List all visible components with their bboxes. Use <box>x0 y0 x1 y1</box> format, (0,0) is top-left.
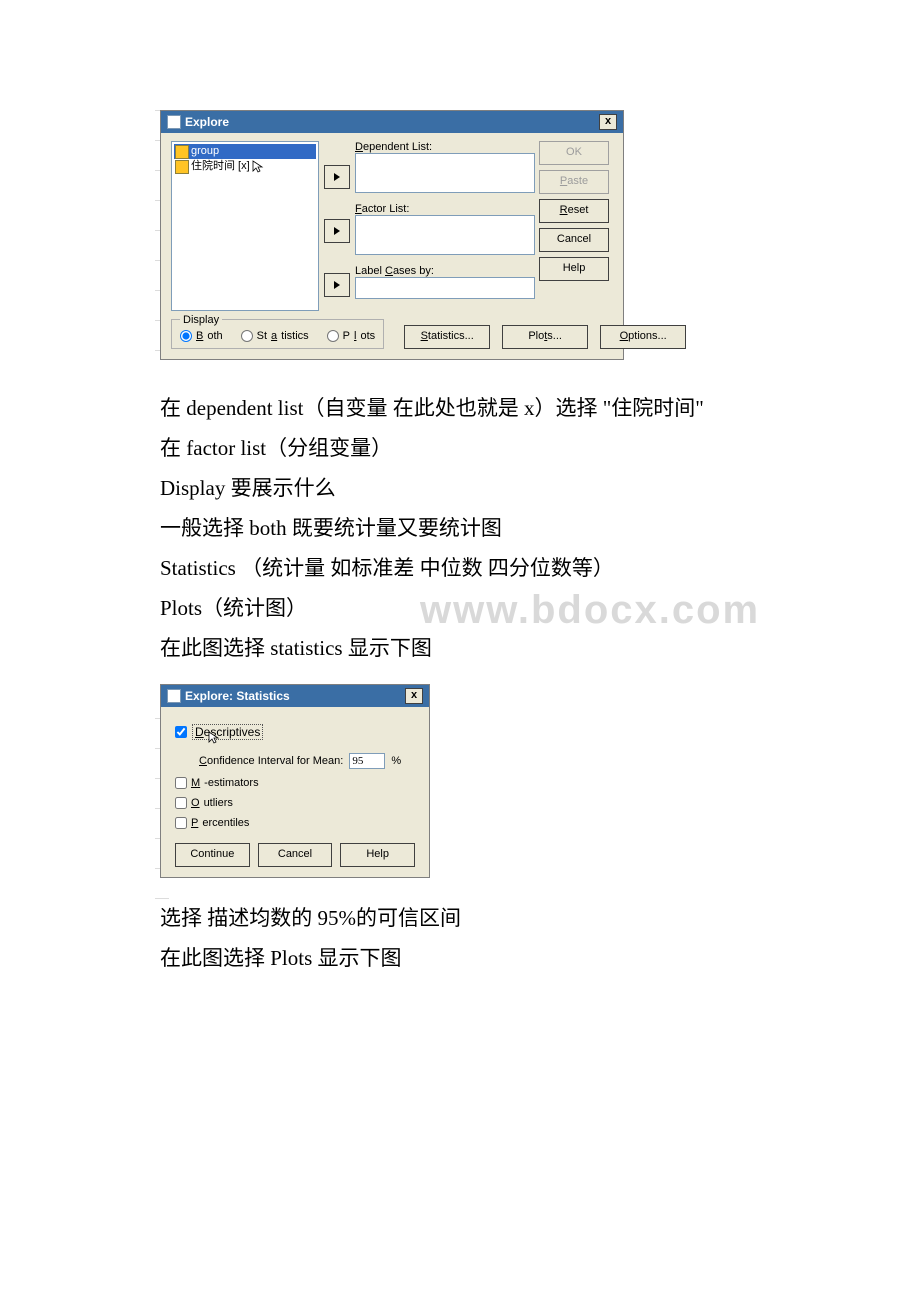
body-p2: 在 factor list（分组变量） <box>160 428 920 468</box>
move-to-labelcases-button[interactable] <box>324 273 350 297</box>
ok-button[interactable]: OK <box>539 141 609 165</box>
m-estimators-check[interactable]: M-estimators <box>175 777 415 789</box>
body-p4: 一般选择 both 既要统计量又要统计图 <box>160 508 920 548</box>
factor-list-label: Factor List: <box>355 203 535 215</box>
explore-titlebar: Explore x <box>161 111 623 133</box>
display-legend: Display <box>180 314 222 326</box>
ci-percent-label: % <box>391 755 401 767</box>
confidence-interval-input[interactable] <box>349 753 385 769</box>
explore-app-icon <box>167 689 181 703</box>
close-icon[interactable]: x <box>405 688 423 704</box>
explore-app-icon <box>167 115 181 129</box>
body-p3: Display 要展示什么 <box>160 468 920 508</box>
body-p9: 在此图选择 Plots 显示下图 <box>160 938 920 978</box>
explore-statistics-title: Explore: Statistics <box>185 689 290 703</box>
variable-icon <box>175 145 189 159</box>
descriptives-label: Descriptives <box>192 724 263 740</box>
descriptives-check[interactable]: Descriptives <box>175 719 415 745</box>
body-p1: 在 dependent list（自变量 在此处也就是 x）选择 "住院时间" <box>160 388 920 428</box>
mouse-cursor-icon <box>208 731 220 745</box>
explore-title: Explore <box>185 115 229 129</box>
source-item-label: group <box>191 144 219 159</box>
paste-button[interactable]: Paste <box>539 170 609 194</box>
plots-button[interactable]: Plots... <box>502 325 588 349</box>
source-item-group[interactable]: group <box>174 144 316 159</box>
body-p8: 选择 描述均数的 95%的可信区间 <box>160 898 920 938</box>
variable-icon <box>175 160 189 174</box>
display-statistics-radio[interactable]: Statistics <box>241 330 309 342</box>
move-to-dependent-button[interactable] <box>324 165 350 189</box>
stats-help-button[interactable]: Help <box>340 843 415 867</box>
mouse-cursor-icon <box>252 160 264 174</box>
explore-statistics-dialog: Explore: Statistics x Descriptives Confi… <box>160 684 430 878</box>
percentiles-check[interactable]: Percentiles <box>175 817 415 829</box>
reset-button[interactable]: Reset <box>539 199 609 223</box>
dependent-list-label: Dependent List: <box>355 141 535 153</box>
source-variable-list[interactable]: group 住院时间 [x] <box>171 141 319 311</box>
outliers-check[interactable]: Outliers <box>175 797 415 809</box>
close-icon[interactable]: x <box>599 114 617 130</box>
continue-button[interactable]: Continue <box>175 843 250 867</box>
body-p5: Statistics （统计量 如标准差 中位数 四分位数等） <box>160 548 920 588</box>
stats-cancel-button[interactable]: Cancel <box>258 843 333 867</box>
display-plots-radio[interactable]: Plots <box>327 330 375 342</box>
explore-statistics-titlebar: Explore: Statistics x <box>161 685 429 707</box>
explore-dialog: Explore x group 住院时间 [x] <box>160 110 624 360</box>
labelcases-box[interactable] <box>355 277 535 299</box>
body-p6: Plots（统计图） <box>160 588 920 628</box>
cancel-button[interactable]: Cancel <box>539 228 609 252</box>
source-item-hosp-time[interactable]: 住院时间 [x] <box>174 159 316 174</box>
help-button[interactable]: Help <box>539 257 609 281</box>
statistics-button[interactable]: Statistics... <box>404 325 490 349</box>
move-to-factor-button[interactable] <box>324 219 350 243</box>
source-item-label: 住院时间 [x] <box>191 159 250 174</box>
confidence-interval-row: Confidence Interval for Mean: % <box>199 753 415 769</box>
labelcases-label: Label Cases by: <box>355 265 535 277</box>
display-groupbox: Display Both Statistics Plots <box>171 319 384 349</box>
factor-list-box[interactable] <box>355 215 535 255</box>
options-button[interactable]: Options... <box>600 325 686 349</box>
dependent-list-box[interactable] <box>355 153 535 193</box>
display-both-radio[interactable]: Both <box>180 330 223 342</box>
body-p7: 在此图选择 statistics 显示下图 <box>160 628 920 668</box>
